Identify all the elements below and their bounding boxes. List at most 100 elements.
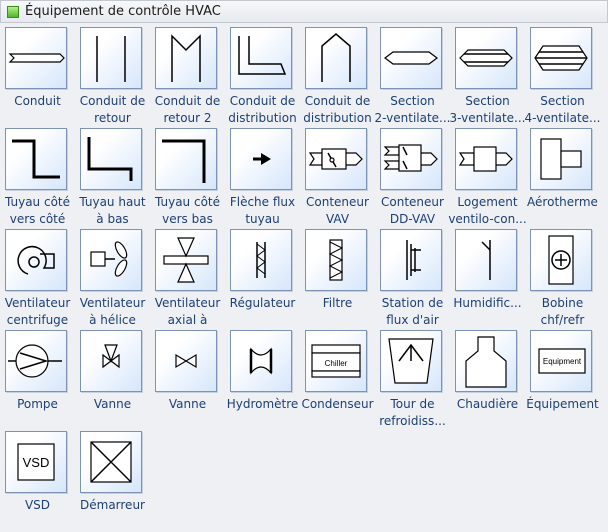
section-3-icon[interactable] (455, 27, 517, 89)
unit-heater-icon[interactable] (530, 128, 592, 190)
label-line-1: VSD (24, 498, 51, 512)
shape-vav[interactable]: Conteneur VAV (300, 128, 375, 229)
shape-equipment[interactable]: Equipment Équipement (525, 330, 600, 431)
dd-vav-icon[interactable] (380, 128, 442, 190)
shape-condenser[interactable]: Chiller Condenseur (300, 330, 375, 431)
shape-starter[interactable]: Démarreur (75, 431, 150, 532)
label-line-1: Flèche flux (229, 195, 296, 209)
label-line-2: retour (94, 111, 131, 125)
label-line-1: Section (540, 94, 585, 108)
panel-header[interactable]: Équipement de contrôle HVAC (0, 0, 608, 23)
vav-icon[interactable] (305, 128, 367, 190)
shape-airflow-station[interactable]: Station de flux d'air (375, 229, 450, 330)
return-duct-2-icon[interactable] (155, 27, 217, 89)
shape-section-4[interactable]: Section 4-ventilate... (523, 27, 602, 128)
filter-icon[interactable] (305, 229, 367, 291)
condenser-icon[interactable]: Chiller (305, 330, 367, 392)
label-line-2: 4-ventilate... (524, 111, 601, 125)
shape-supply-duct-2[interactable]: Conduit de distribution (300, 27, 375, 128)
vsd-icon[interactable]: VSD (5, 431, 67, 493)
label-line-2: DD-VAV (389, 212, 436, 226)
shape-label: Humidific... (448, 295, 527, 312)
shape-axial-fan[interactable]: Ventilateur axial à (150, 229, 225, 330)
shape-section-3[interactable]: Section 3-ventilate... (449, 27, 526, 128)
label-line-2: chf/refr (540, 313, 585, 327)
stencil-icon (7, 5, 19, 18)
shape-unit-heater[interactable]: Aérotherme (525, 128, 600, 229)
pipe-up-down-icon[interactable] (80, 128, 142, 190)
label-line-1: Vanne (168, 397, 207, 411)
shape-filter[interactable]: Filtre (300, 229, 375, 330)
label-line-1: Tuyau côté (154, 195, 220, 209)
label-line-2: à hélice (89, 313, 136, 327)
damper-icon[interactable] (230, 229, 292, 291)
shape-label: Tuyau haut à bas (73, 194, 152, 228)
axial-fan-icon[interactable] (155, 229, 217, 291)
label-line-2: vers côté (9, 212, 66, 226)
shape-duct[interactable]: Conduit (0, 27, 75, 128)
shape-vsd[interactable]: VSD VSD (0, 431, 75, 532)
label-line-1: Ventilateur (79, 296, 146, 310)
shape-pipe-up-down[interactable]: Tuyau haut à bas (75, 128, 150, 229)
shape-label: Conduit (0, 93, 77, 110)
shape-damper[interactable]: Régulateur (225, 229, 300, 330)
label-line-1: Pompe (17, 397, 58, 411)
shape-flow-arrow[interactable]: Flèche flux tuyau (225, 128, 300, 229)
label-line-1: Ventilateur (154, 296, 221, 310)
centrifugal-fan-icon[interactable] (5, 229, 67, 291)
flow-arrow-icon[interactable] (230, 128, 292, 190)
label-line-2: axial à (167, 313, 208, 327)
shape-section-2[interactable]: Section 2-ventilate... (374, 27, 451, 128)
shape-return-duct[interactable]: Conduit de retour (75, 27, 150, 128)
shape-propeller-fan[interactable]: Ventilateur à hélice (75, 229, 150, 330)
airflow-station-icon[interactable] (380, 229, 442, 291)
svg-text:Equipment: Equipment (543, 357, 582, 366)
pipe-side-down-icon[interactable] (155, 128, 217, 190)
pipe-side-icon[interactable] (5, 128, 67, 190)
starter-icon[interactable] (80, 431, 142, 493)
shape-humidifier[interactable]: Humidific... (450, 229, 525, 330)
coil-icon[interactable] (530, 229, 592, 291)
shape-label: Conteneur DD-VAV (373, 194, 452, 228)
supply-duct-2-icon[interactable] (305, 27, 367, 89)
shape-label: Tuyau côté vers bas (148, 194, 227, 228)
hydrometer-icon[interactable] (230, 330, 292, 392)
shape-label: Section 4-ventilate... (523, 93, 602, 127)
duct-icon[interactable] (5, 27, 67, 89)
boiler-icon[interactable] (455, 330, 517, 392)
valve-icon[interactable] (155, 330, 217, 392)
shape-pump[interactable]: Pompe (0, 330, 75, 431)
section-2-icon[interactable] (380, 27, 442, 89)
label-line-2: 2-ventilate... (374, 111, 451, 125)
label-line-1: Humidific... (453, 296, 522, 310)
shape-fan-coil[interactable]: Logement ventilo-con... (448, 128, 527, 229)
shape-valve-3way[interactable]: Vanne (75, 330, 150, 431)
svg-text:Chiller: Chiller (325, 359, 348, 368)
section-4-icon[interactable] (530, 27, 592, 89)
supply-duct-icon[interactable] (230, 27, 292, 89)
shape-pipe-side-down[interactable]: Tuyau côté vers bas (150, 128, 225, 229)
fan-coil-icon[interactable] (455, 128, 517, 190)
shape-supply-duct[interactable]: Conduit de distribution (225, 27, 300, 128)
shape-return-duct-2[interactable]: Conduit de retour 2 (150, 27, 225, 128)
label-line-2: 3-ventilate... (449, 111, 526, 125)
shape-label: Vanne (148, 396, 227, 413)
shape-coil[interactable]: Bobine chf/refr (525, 229, 600, 330)
label-line-1: Station de (381, 296, 444, 310)
cooling-tower-icon[interactable] (380, 330, 442, 392)
shape-cooling-tower[interactable]: Tour de refroidiss... (375, 330, 450, 431)
valve-3way-icon[interactable] (80, 330, 142, 392)
shape-valve[interactable]: Vanne (150, 330, 225, 431)
shape-boiler[interactable]: Chaudière (450, 330, 525, 431)
shape-hydrometer[interactable]: Hydromètre (225, 330, 300, 431)
equipment-icon[interactable]: Equipment (530, 330, 592, 392)
label-line-1: Chaudière (456, 397, 519, 411)
humidifier-icon[interactable] (455, 229, 517, 291)
shape-dd-vav[interactable]: Conteneur DD-VAV (375, 128, 450, 229)
shape-pipe-side[interactable]: Tuyau côté vers côté (0, 128, 75, 229)
pump-icon[interactable] (5, 330, 67, 392)
shape-centrifugal-fan[interactable]: Ventilateur centrifuge (0, 229, 75, 330)
return-duct-icon[interactable] (80, 27, 142, 89)
propeller-fan-icon[interactable] (80, 229, 142, 291)
label-line-2: retour 2 (163, 111, 212, 125)
